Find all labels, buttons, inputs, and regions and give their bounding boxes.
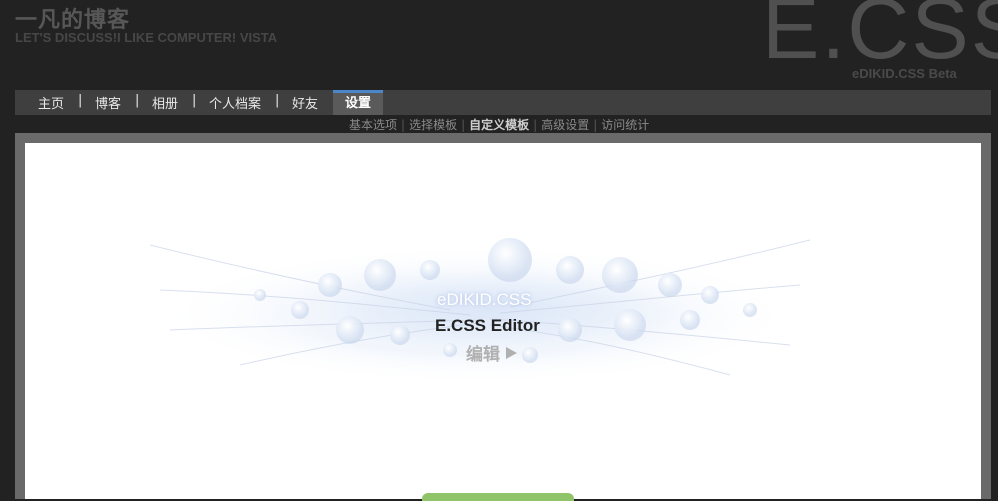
subnav-separator: | bbox=[593, 118, 598, 132]
play-icon bbox=[504, 345, 518, 365]
brand-subtitle: eDIKID.CSS Beta bbox=[852, 66, 957, 81]
subnav-visit-stats[interactable]: 访问统计 bbox=[601, 118, 649, 132]
subnav-separator: | bbox=[401, 118, 406, 132]
nav-item-profile[interactable]: 个人档案 bbox=[209, 93, 261, 112]
nav-item-settings[interactable]: 设置 bbox=[333, 90, 383, 115]
nav-item-settings-label: 设置 bbox=[344, 96, 371, 111]
site-subtitle: LET'S DISCUSS!I LIKE COMPUTER! VISTA bbox=[15, 30, 278, 45]
editor-open-label: 编辑 bbox=[466, 345, 500, 365]
brand-logo: E.CSS bbox=[762, 0, 998, 77]
sub-nav: 基本选项 | 选择模板 | 自定义模板 | 高级设置 | 访问统计 bbox=[349, 116, 649, 133]
nav-separator: | bbox=[78, 93, 83, 108]
subnav-advanced-settings[interactable]: 高级设置 bbox=[541, 118, 589, 132]
nav-separator: | bbox=[192, 93, 197, 108]
editor-splash-graphic bbox=[150, 215, 810, 405]
subnav-custom-template[interactable]: 自定义模板 bbox=[469, 118, 529, 132]
subnav-separator: | bbox=[461, 118, 466, 132]
editor-brand-label: eDIKID.CSS bbox=[437, 290, 532, 309]
nav-item-friends[interactable]: 好友 bbox=[292, 93, 318, 112]
main-nav: 主页 | 博客 | 相册 | 个人档案 | 好友 设置 bbox=[15, 90, 991, 115]
green-action-button[interactable] bbox=[422, 493, 574, 501]
nav-item-album[interactable]: 相册 bbox=[152, 93, 178, 112]
editor-open-link[interactable]: 编辑 bbox=[466, 340, 518, 365]
subnav-choose-template[interactable]: 选择模板 bbox=[409, 118, 457, 132]
subnav-separator: | bbox=[533, 118, 538, 132]
nav-separator: | bbox=[135, 93, 140, 108]
nav-item-home[interactable]: 主页 bbox=[38, 93, 64, 112]
subnav-basic-options[interactable]: 基本选项 bbox=[349, 118, 397, 132]
nav-separator: | bbox=[275, 93, 280, 108]
editor-title: E.CSS Editor bbox=[435, 316, 540, 335]
nav-item-blog[interactable]: 博客 bbox=[95, 93, 121, 112]
